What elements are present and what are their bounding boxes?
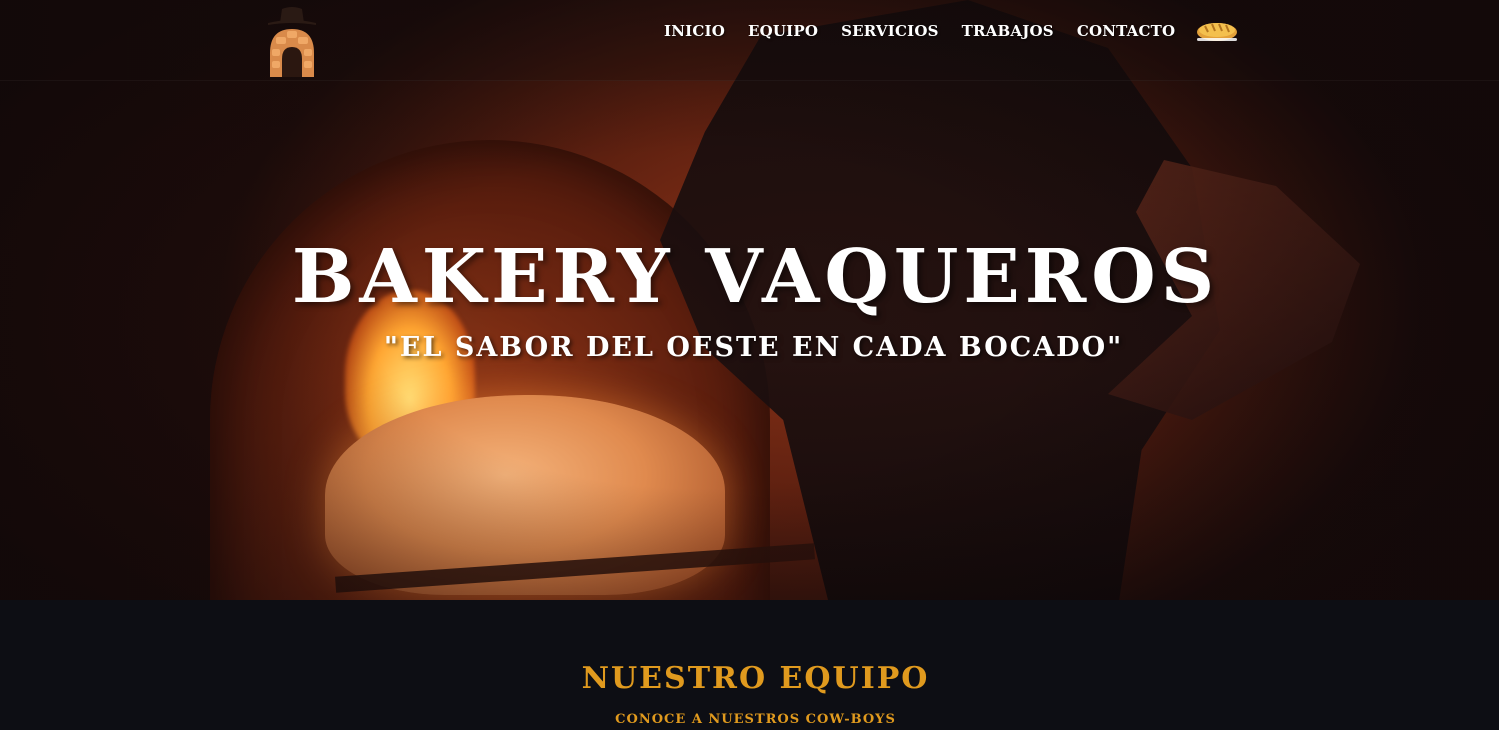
team-subtitle: CONOCE A NUESTROS COW-BOYS bbox=[615, 712, 896, 727]
hero-subtitle: "EL SABOR DEL OESTE EN CADA BOCADO" bbox=[383, 332, 1124, 363]
hero-title: BAKERY VAQUEROS bbox=[291, 234, 1220, 320]
bread-icon[interactable] bbox=[1195, 16, 1239, 44]
team-title: NUESTRO EQUIPO bbox=[581, 661, 930, 696]
nav-link-servicios[interactable]: SERVICIOS bbox=[841, 20, 939, 42]
nav-link-inicio[interactable]: INICIO bbox=[664, 20, 725, 42]
nav-link-trabajos[interactable]: TRABAJOS bbox=[962, 20, 1054, 42]
hero-section: INICIO EQUIPO SERVICIOS TRABAJOS CONTACT… bbox=[0, 0, 1499, 600]
baker-oven-logo-icon[interactable] bbox=[262, 3, 322, 79]
main-nav: INICIO EQUIPO SERVICIOS TRABAJOS CONTACT… bbox=[664, 20, 1198, 42]
nav-link-contacto[interactable]: CONTACTO bbox=[1077, 20, 1175, 42]
nav-link-equipo[interactable]: EQUIPO bbox=[748, 20, 818, 42]
